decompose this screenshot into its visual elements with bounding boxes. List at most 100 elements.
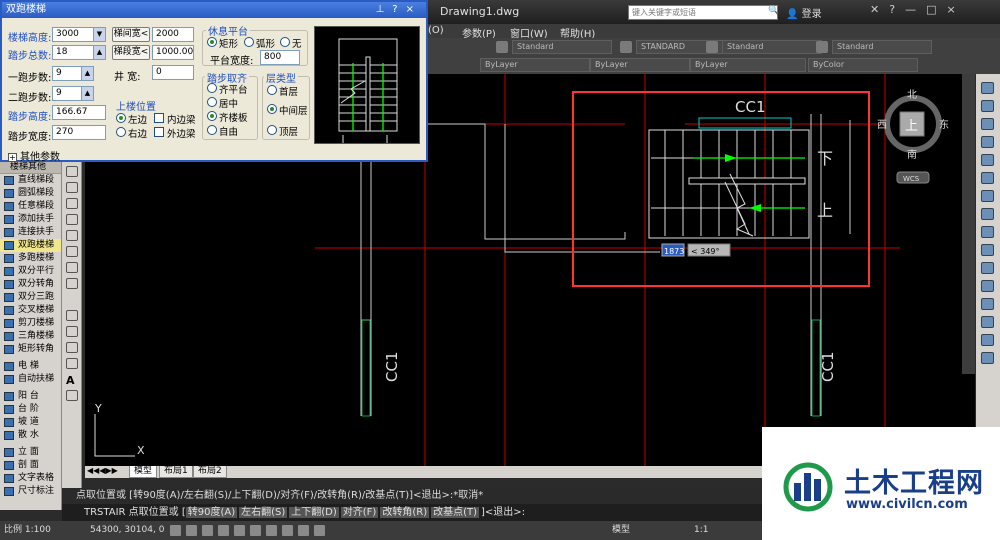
grid-icon[interactable] [186, 525, 197, 536]
spinner-icon[interactable]: ▲ [81, 87, 93, 100]
flight-width-input[interactable]: 1000.00 [152, 45, 194, 60]
radio-up-right[interactable]: 右边 [116, 126, 147, 140]
qp-icon[interactable] [314, 525, 325, 536]
viewcube-top[interactable]: 上 [905, 119, 918, 134]
copy-icon[interactable] [981, 100, 994, 112]
offset-icon[interactable] [981, 136, 994, 148]
viewcube-south[interactable]: 南 [907, 148, 917, 161]
palette-item[interactable]: 三角楼梯 [0, 330, 61, 343]
palette-item[interactable]: 圆弧梯段 [0, 187, 61, 200]
minimize-icon[interactable]: — [905, 3, 926, 16]
plot-style-combo[interactable]: ByColor [808, 58, 918, 72]
checkbox-inner-beam[interactable]: 内边梁 [154, 112, 196, 126]
tab-model[interactable]: 模型 [129, 466, 158, 478]
rotate-icon[interactable] [981, 190, 994, 202]
viewcube-north[interactable]: 北 [907, 89, 917, 101]
palette-item[interactable]: 尺寸标注 [0, 485, 61, 498]
spinner-icon[interactable]: ▲ [81, 67, 93, 80]
otrack-icon[interactable] [250, 525, 261, 536]
palette-item[interactable]: 双分转角 [0, 278, 61, 291]
make-block-icon[interactable] [66, 262, 78, 273]
point-icon[interactable] [66, 278, 78, 289]
well-width-input[interactable]: 0 [152, 65, 194, 80]
palette-item[interactable]: 交叉楼梯 [0, 304, 61, 317]
lwt-icon[interactable] [298, 525, 309, 536]
stair-width-button[interactable]: 梯间宽< [112, 27, 150, 42]
search-icon[interactable]: 🔍 [768, 6, 779, 16]
dyn-input-angle[interactable]: < 349° [691, 247, 720, 256]
arc-icon[interactable] [66, 166, 78, 177]
ortho-icon[interactable] [202, 525, 213, 536]
text-style-combo[interactable]: Standard [512, 40, 612, 54]
dyn-icon[interactable] [282, 525, 293, 536]
explode-icon[interactable] [981, 352, 994, 364]
palette-item[interactable]: 阳 台 [0, 390, 61, 403]
palette-item[interactable]: 台 阶 [0, 403, 61, 416]
tab-nav-arrows[interactable]: ◀◀◀▶▶ [87, 466, 118, 475]
trim-icon[interactable] [981, 244, 994, 256]
checkbox-outer-beam[interactable]: 外边梁 [154, 126, 196, 140]
flight2-steps-input[interactable]: 9 ▲ [52, 86, 94, 101]
ellipse-arc-icon[interactable] [66, 230, 78, 241]
palette-item[interactable]: 立 面 [0, 446, 61, 459]
radio-align-platform[interactable]: 齐平台 [207, 82, 248, 96]
palette-item[interactable]: 连接扶手 [0, 226, 61, 239]
palette-item[interactable]: 矩形转角 [0, 343, 61, 356]
close-icon[interactable]: × [946, 3, 965, 16]
viewcube-east[interactable]: 东 [939, 118, 949, 131]
menu-item-modify[interactable]: (O) [428, 25, 444, 36]
polar-icon[interactable] [218, 525, 229, 536]
radio-platform-rect[interactable]: 矩形 [207, 36, 238, 50]
more-params-toggle[interactable]: + 其他参数 [8, 148, 60, 163]
palette-item[interactable]: 双跑楼梯 [0, 239, 61, 252]
cloud-icon[interactable] [66, 182, 78, 193]
palette-item[interactable]: 直线梯段 [0, 174, 61, 187]
break-icon[interactable] [981, 280, 994, 292]
cmd-option-change-base[interactable]: 改基点(T) [431, 507, 480, 518]
array-icon[interactable] [981, 154, 994, 166]
palette-item[interactable]: 文字表格 [0, 472, 61, 485]
pin-icon[interactable]: ⊥ [376, 4, 393, 15]
cmd-option-align[interactable]: 对齐(F) [340, 507, 379, 518]
spline-icon[interactable] [66, 198, 78, 209]
cmd-option-rotate90[interactable]: 转90度(A) [185, 507, 238, 518]
dyn-input-value[interactable]: 1873 [664, 247, 684, 256]
table-style-icon[interactable] [706, 41, 718, 53]
palette-item[interactable]: 电 梯 [0, 360, 61, 373]
exchange-icon[interactable]: ✕ [870, 3, 889, 16]
erase-icon[interactable] [981, 82, 994, 94]
osnap-icon[interactable] [234, 525, 245, 536]
platform-width-input[interactable]: 800 [260, 50, 300, 65]
extend-icon[interactable] [981, 262, 994, 274]
step-height-input[interactable]: 166.67 [52, 105, 106, 120]
stair-width-input[interactable]: 2000 [152, 27, 194, 42]
annotation-scale[interactable]: 1:1 [694, 521, 708, 540]
tab-layout1[interactable]: 布局1 [159, 466, 193, 478]
dialog-titlebar[interactable]: 双跑楼梯 ⊥?× [2, 2, 426, 18]
steps-total-input[interactable]: 18 ▲ [52, 45, 106, 60]
scale-icon[interactable] [981, 208, 994, 220]
spinner-icon[interactable]: ▲ [93, 46, 105, 59]
palette-item[interactable]: 散 水 [0, 429, 61, 442]
radio-align-free[interactable]: 自由 [207, 124, 238, 138]
help-icon[interactable]: ? [392, 4, 405, 15]
tab-layout2[interactable]: 布局2 [193, 466, 227, 478]
table-icon[interactable] [66, 358, 78, 369]
stair-height-input[interactable]: 3000 ▼ [52, 27, 106, 42]
lineweight-combo[interactable]: ByLayer [690, 58, 806, 72]
chamfer-icon[interactable] [981, 316, 994, 328]
snap-icon[interactable] [170, 525, 181, 536]
stretch-icon[interactable] [981, 226, 994, 238]
chevron-down-icon[interactable]: ▼ [93, 28, 105, 41]
palette-item[interactable]: 剪刀楼梯 [0, 317, 61, 330]
radio-align-center[interactable]: 居中 [207, 96, 238, 110]
window-controls[interactable]: ✕?—□× [870, 3, 966, 16]
radio-align-flight[interactable]: 齐楼板 [207, 110, 248, 124]
palette-item[interactable]: 双分平行 [0, 265, 61, 278]
viewcube-west[interactable]: 西 [877, 120, 887, 131]
flight1-steps-input[interactable]: 9 ▲ [52, 66, 94, 81]
mleader-style-combo[interactable]: Standard [832, 40, 932, 54]
wcs-label[interactable]: WCS [903, 175, 920, 183]
scale-display[interactable]: 比例 1:100 [4, 521, 51, 540]
palette-item[interactable]: 添加扶手 [0, 213, 61, 226]
